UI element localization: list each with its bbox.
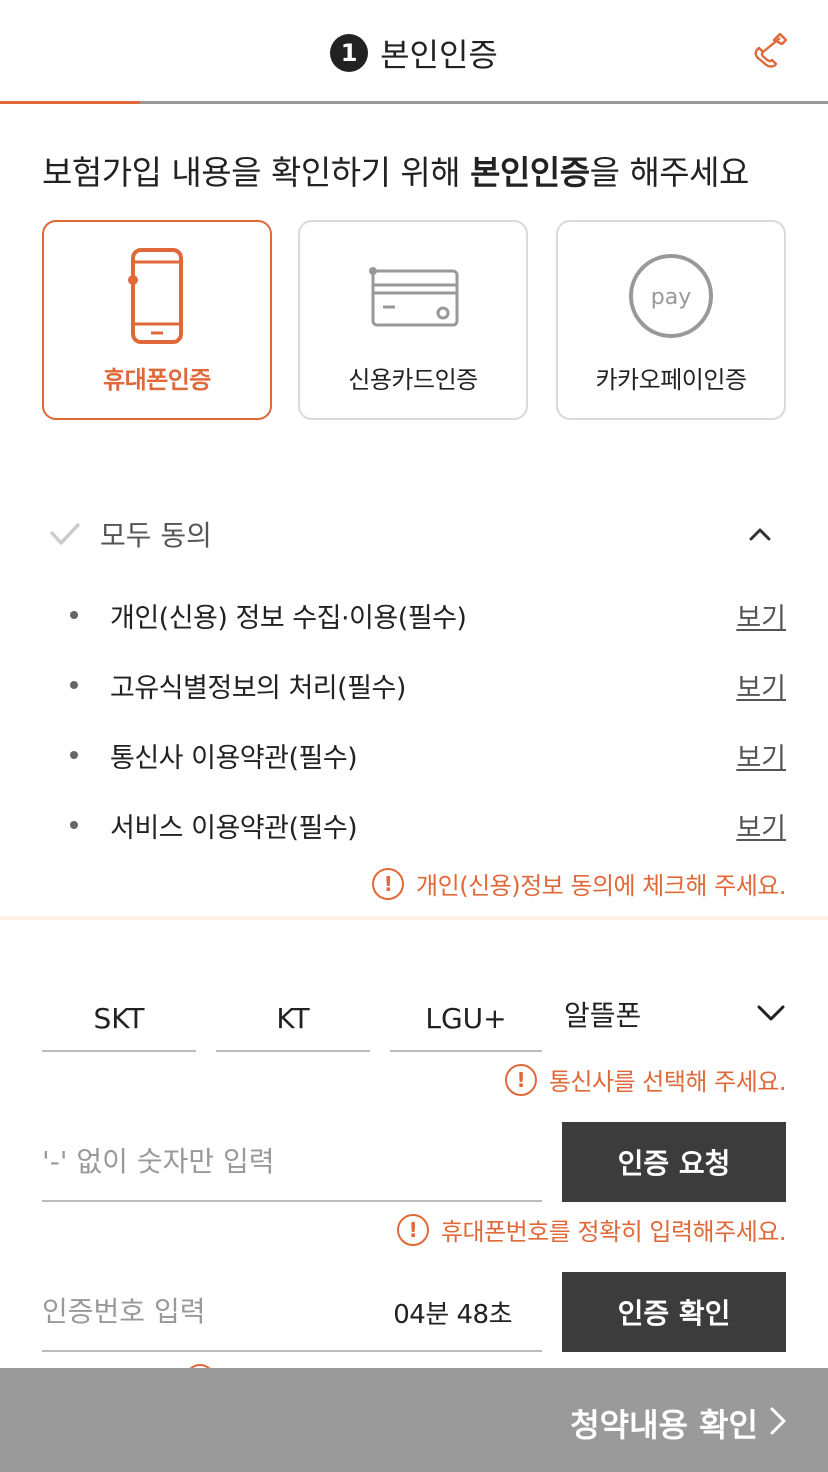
agree-all-toggle[interactable]: 모두 동의 bbox=[46, 512, 786, 556]
carrier-warning-text: 통신사를 선택해 주세요. bbox=[548, 1068, 787, 1096]
list-item: 서비스 이용약관(필수) 보기 bbox=[42, 790, 786, 860]
chevron-down-icon bbox=[757, 1005, 785, 1021]
term-label: 서비스 이용약관(필수) bbox=[110, 812, 358, 844]
carrier-option-kt[interactable]: KT bbox=[216, 986, 370, 1052]
heading-emphasis: 본인인증 bbox=[470, 153, 590, 192]
phone-warning-text: 휴대폰번호를 정확히 입력해주세요. bbox=[440, 1218, 787, 1246]
progress-bar bbox=[0, 101, 140, 104]
confirm-subscription-label: 청약내용 확인 bbox=[570, 1406, 758, 1444]
list-item: 고유식별정보의 처리(필수) 보기 bbox=[42, 650, 786, 720]
carrier-option-skt[interactable]: SKT bbox=[42, 986, 196, 1052]
pay-icon-text: pay bbox=[651, 285, 691, 310]
term-label: 고유식별정보의 처리(필수) bbox=[110, 672, 406, 704]
confirm-subscription-button[interactable]: 청약내용 확인 bbox=[0, 1368, 828, 1472]
phone-input-wrapper bbox=[42, 1122, 542, 1202]
agreement-warning: ! 개인(신용)정보 동의에 체크해 주세요. bbox=[372, 866, 786, 901]
bullet-icon bbox=[70, 681, 78, 689]
agreement-warning-text: 개인(신용)정보 동의에 체크해 주세요. bbox=[416, 872, 786, 900]
method-kakaopay-label: 카카오페이인증 bbox=[595, 366, 747, 394]
method-mobile-card[interactable]: 휴대폰인증 bbox=[42, 220, 272, 420]
term-label: 개인(신용) 정보 수집·이용(필수) bbox=[110, 602, 467, 634]
bullet-icon bbox=[70, 611, 78, 619]
pay-icon: pay bbox=[558, 246, 784, 346]
method-credit-card-label: 신용카드인증 bbox=[348, 366, 478, 394]
step-number-badge: 1 bbox=[330, 34, 369, 72]
terms-list: 개인(신용) 정보 수집·이용(필수) 보기 고유식별정보의 처리(필수) 보기… bbox=[42, 580, 786, 860]
carrier-mvno-select[interactable]: 알뜰폰 bbox=[564, 986, 786, 1042]
bullet-icon bbox=[70, 821, 78, 829]
list-item: 통신사 이용약관(필수) 보기 bbox=[42, 720, 786, 790]
chevron-up-icon[interactable] bbox=[746, 520, 774, 548]
code-input-wrapper: 04분 48초 bbox=[42, 1272, 542, 1352]
warning-icon: ! bbox=[372, 867, 405, 900]
method-credit-card-card[interactable]: 신용카드인증 bbox=[298, 220, 528, 420]
warning-icon: ! bbox=[504, 1063, 537, 1096]
mobile-phone-icon bbox=[44, 246, 270, 346]
warning-icon: ! bbox=[396, 1213, 429, 1246]
request-verification-button[interactable]: 인증 요청 bbox=[562, 1122, 786, 1202]
phone-warning: ! 휴대폰번호를 정확히 입력해주세요. bbox=[396, 1212, 787, 1247]
carrier-warning: ! 통신사를 선택해 주세요. bbox=[504, 1062, 787, 1097]
view-terms-link[interactable]: 보기 bbox=[736, 596, 786, 635]
chevron-right-icon bbox=[770, 1407, 786, 1435]
method-mobile-label: 휴대폰인증 bbox=[103, 366, 211, 394]
header-title-group: 1 본인인증 bbox=[0, 30, 828, 76]
phone-number-input[interactable] bbox=[42, 1122, 542, 1200]
check-icon bbox=[50, 523, 80, 545]
page-title: 본인인증 bbox=[380, 36, 498, 74]
confirm-verification-button[interactable]: 인증 확인 bbox=[562, 1272, 786, 1352]
view-terms-link[interactable]: 보기 bbox=[736, 806, 786, 845]
method-kakaopay-card[interactable]: pay 카카오페이인증 bbox=[556, 220, 786, 420]
carrier-option-lgu[interactable]: LGU+ bbox=[390, 986, 542, 1052]
instruction-heading: 보험가입 내용을 확인하기 위해 본인인증을 해주세요 bbox=[42, 146, 749, 194]
carrier-mvno-label: 알뜰폰 bbox=[564, 999, 642, 1032]
heading-suffix: 을 해주세요 bbox=[589, 153, 750, 192]
view-terms-link[interactable]: 보기 bbox=[736, 736, 786, 775]
phone-call-icon[interactable] bbox=[750, 30, 790, 70]
bullet-icon bbox=[70, 751, 78, 759]
header: 1 본인인증 bbox=[0, 0, 828, 104]
list-item: 개인(신용) 정보 수집·이용(필수) 보기 bbox=[42, 580, 786, 650]
section-divider bbox=[0, 916, 828, 920]
view-terms-link[interactable]: 보기 bbox=[736, 666, 786, 705]
term-label: 통신사 이용약관(필수) bbox=[110, 742, 358, 774]
credit-card-icon bbox=[300, 246, 526, 346]
heading-prefix: 보험가입 내용을 확인하기 위해 bbox=[42, 153, 471, 192]
countdown-timer: 04분 48초 bbox=[393, 1300, 512, 1330]
agree-all-label: 모두 동의 bbox=[100, 519, 212, 552]
